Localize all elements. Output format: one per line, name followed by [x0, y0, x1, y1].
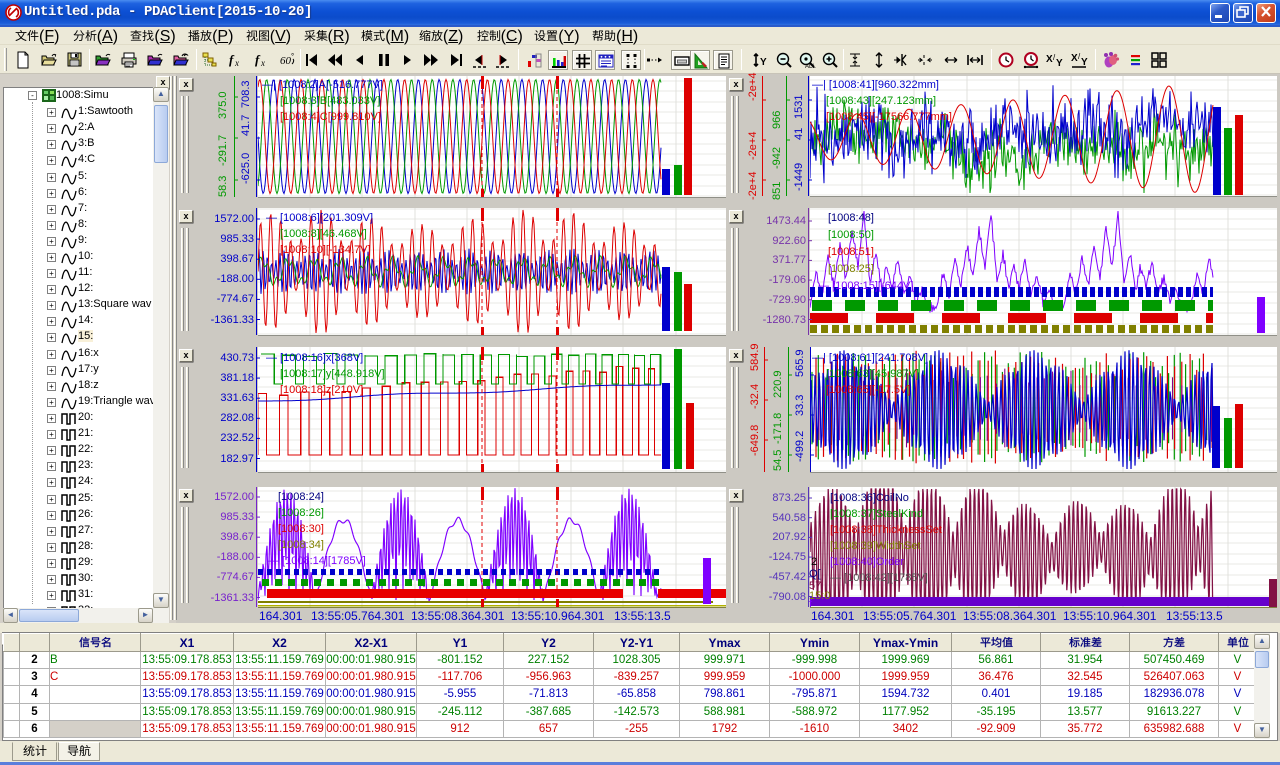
svg-text:Y: Y — [760, 57, 767, 68]
svg-text:x: x — [234, 58, 239, 68]
svg-text:X: X — [1071, 53, 1078, 64]
svg-text:x: x — [260, 58, 265, 68]
svg-text:X: X — [1046, 54, 1053, 65]
svg-text:ALL: ALL — [805, 64, 816, 69]
svg-text:60: 60 — [280, 55, 292, 67]
svg-text:Y: Y — [1056, 58, 1063, 69]
